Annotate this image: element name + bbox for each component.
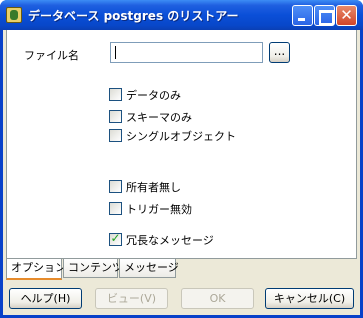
tab-contents[interactable]: コンテンツ	[63, 259, 123, 278]
checkbox-label: シングルオブジェクト	[126, 130, 236, 143]
ok-button[interactable]: OK	[181, 288, 254, 309]
filename-input[interactable]	[110, 42, 263, 63]
checkbox-box[interactable]	[109, 180, 122, 193]
tab-options[interactable]: オプション	[6, 259, 66, 280]
checkbox-label: トリガー無効	[126, 203, 192, 216]
maximize-icon	[315, 6, 334, 25]
help-button[interactable]: ヘルプ(H)	[9, 288, 82, 309]
dialog-client-area: ファイル名 ... データのみ スキーマのみ シングルオブジェクト 所有者無し	[3, 30, 360, 315]
filename-label: ファイル名	[24, 49, 79, 62]
maximize-button[interactable]	[314, 5, 335, 26]
checkbox-box[interactable]	[109, 110, 122, 123]
app-icon	[6, 7, 22, 23]
checkbox-label: 冗長なメッセージ	[126, 234, 214, 247]
checkbox-box[interactable]	[109, 202, 122, 215]
options-tab-panel: ファイル名 ... データのみ スキーマのみ シングルオブジェクト 所有者無し	[6, 30, 357, 259]
view-button[interactable]: ビュー(V)	[95, 288, 168, 309]
checkbox-label: 所有者無し	[126, 181, 181, 194]
checkbox-box[interactable]	[109, 88, 122, 101]
checkbox-label: データのみ	[126, 89, 181, 102]
close-icon: ✕	[340, 6, 353, 24]
checkbox-label: スキーマのみ	[126, 111, 192, 124]
window-title: データベース postgres のリストアー	[28, 9, 239, 23]
title-bar[interactable]: データベース postgres のリストアー ✕	[0, 0, 363, 30]
checkmark-icon: ✓	[110, 231, 121, 245]
checkbox-box[interactable]: ✓	[109, 231, 122, 246]
close-button[interactable]: ✕	[336, 5, 357, 26]
cancel-button[interactable]: キャンセル(C)	[265, 288, 354, 309]
tab-messages[interactable]: メッセージ	[119, 259, 179, 278]
minimize-icon	[293, 6, 312, 25]
minimize-button[interactable]	[292, 5, 313, 26]
restore-dialog-window: データベース postgres のリストアー ✕ ファイル名 ... データのみ…	[0, 0, 363, 318]
browse-button[interactable]: ...	[269, 42, 290, 63]
checkbox-box[interactable]	[109, 129, 122, 142]
